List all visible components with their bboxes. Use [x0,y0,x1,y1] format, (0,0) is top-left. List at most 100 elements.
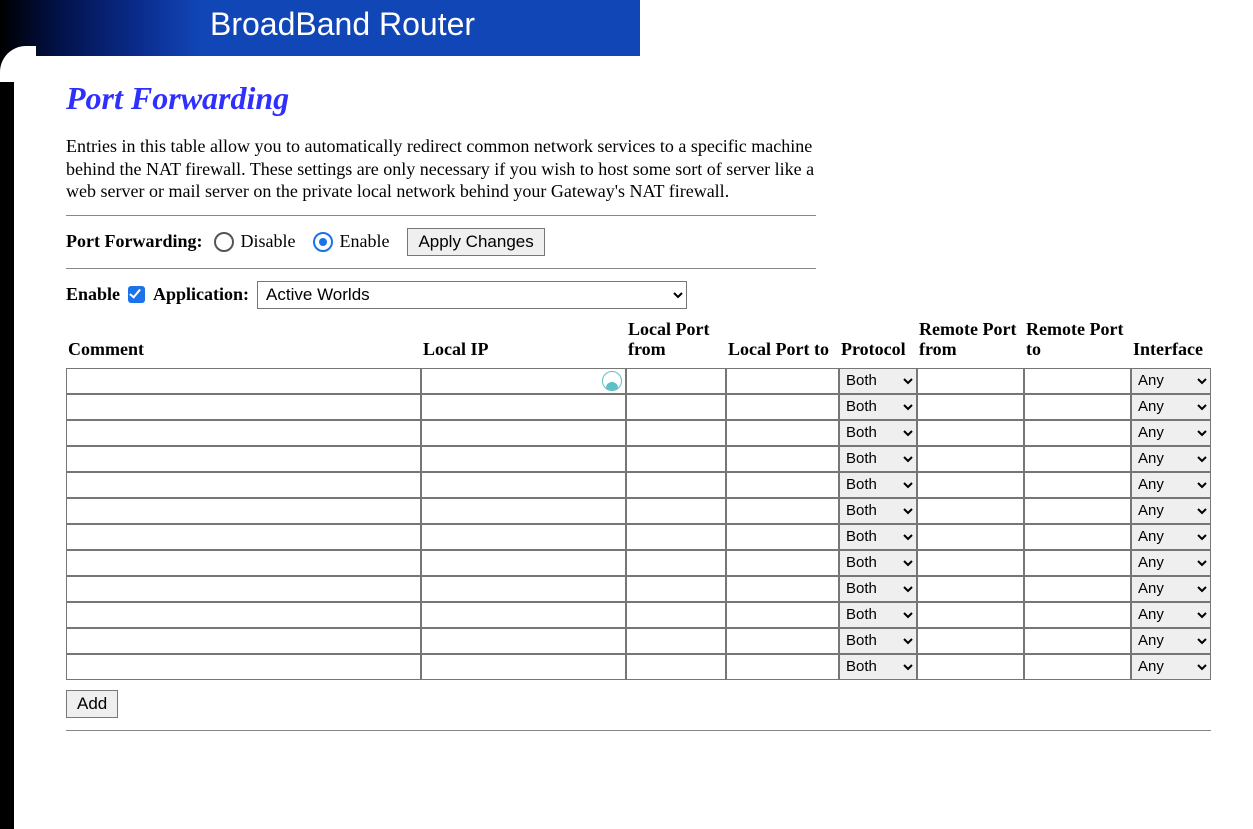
local-port-from-input[interactable] [626,524,726,550]
local-port-to-input[interactable] [726,368,839,394]
remote-port-to-input[interactable] [1024,420,1131,446]
local-port-from-input[interactable] [626,576,726,602]
local-port-to-input[interactable] [726,576,839,602]
local-port-to-input[interactable] [726,446,839,472]
local-port-to-input[interactable] [726,602,839,628]
interface-select[interactable]: Any [1131,368,1211,394]
local-port-from-input[interactable] [626,550,726,576]
local-port-from-input[interactable] [626,420,726,446]
local-port-from-input[interactable] [626,498,726,524]
vpn-extension-icon[interactable] [602,371,622,391]
remote-port-from-input[interactable] [917,602,1024,628]
local-ip-input[interactable] [421,524,626,550]
comment-input[interactable] [66,472,421,498]
local-port-from-input[interactable] [626,654,726,680]
remote-port-from-input[interactable] [917,420,1024,446]
protocol-select[interactable]: Both [839,628,917,654]
local-ip-input[interactable] [421,550,626,576]
remote-port-to-input[interactable] [1024,472,1131,498]
protocol-select[interactable]: Both [839,654,917,680]
comment-input[interactable] [66,368,421,394]
local-port-from-input[interactable] [626,368,726,394]
comment-input[interactable] [66,602,421,628]
remote-port-to-input[interactable] [1024,446,1131,472]
local-ip-input[interactable] [421,420,626,446]
interface-select[interactable]: Any [1131,576,1211,602]
local-port-to-input[interactable] [726,524,839,550]
local-port-from-input[interactable] [626,446,726,472]
remote-port-to-input[interactable] [1024,368,1131,394]
disable-radio[interactable]: Disable [214,231,295,252]
interface-select[interactable]: Any [1131,602,1211,628]
local-port-to-input[interactable] [726,550,839,576]
remote-port-to-input[interactable] [1024,394,1131,420]
comment-input[interactable] [66,446,421,472]
interface-select[interactable]: Any [1131,524,1211,550]
remote-port-from-input[interactable] [917,550,1024,576]
comment-input[interactable] [66,498,421,524]
protocol-select[interactable]: Both [839,368,917,394]
add-button[interactable]: Add [66,690,118,718]
enable-radio[interactable]: Enable [313,231,389,252]
local-port-from-input[interactable] [626,472,726,498]
comment-input[interactable] [66,420,421,446]
local-port-from-input[interactable] [626,628,726,654]
local-ip-input[interactable] [421,498,626,524]
local-ip-input[interactable] [421,628,626,654]
comment-input[interactable] [66,628,421,654]
local-port-to-input[interactable] [726,654,839,680]
local-port-to-input[interactable] [726,628,839,654]
protocol-select[interactable]: Both [839,524,917,550]
interface-select[interactable]: Any [1131,472,1211,498]
application-select[interactable]: Active Worlds [257,281,687,309]
local-ip-input[interactable] [421,576,626,602]
comment-input[interactable] [66,550,421,576]
local-port-to-input[interactable] [726,394,839,420]
protocol-select[interactable]: Both [839,420,917,446]
comment-input[interactable] [66,654,421,680]
protocol-select[interactable]: Both [839,472,917,498]
interface-select[interactable]: Any [1131,446,1211,472]
interface-select[interactable]: Any [1131,498,1211,524]
interface-select[interactable]: Any [1131,654,1211,680]
local-port-to-input[interactable] [726,420,839,446]
remote-port-from-input[interactable] [917,498,1024,524]
local-ip-input[interactable] [421,654,626,680]
local-port-from-input[interactable] [626,394,726,420]
protocol-select[interactable]: Both [839,550,917,576]
protocol-select[interactable]: Both [839,576,917,602]
local-port-from-input[interactable] [626,602,726,628]
interface-select[interactable]: Any [1131,394,1211,420]
local-port-to-input[interactable] [726,472,839,498]
remote-port-to-input[interactable] [1024,602,1131,628]
comment-input[interactable] [66,576,421,602]
comment-input[interactable] [66,524,421,550]
local-ip-input[interactable] [421,394,626,420]
remote-port-from-input[interactable] [917,654,1024,680]
remote-port-from-input[interactable] [917,394,1024,420]
interface-select[interactable]: Any [1131,550,1211,576]
remote-port-to-input[interactable] [1024,654,1131,680]
remote-port-from-input[interactable] [917,576,1024,602]
local-ip-input[interactable] [421,368,626,394]
remote-port-to-input[interactable] [1024,628,1131,654]
remote-port-to-input[interactable] [1024,576,1131,602]
protocol-select[interactable]: Both [839,602,917,628]
local-port-to-input[interactable] [726,498,839,524]
remote-port-from-input[interactable] [917,472,1024,498]
protocol-select[interactable]: Both [839,446,917,472]
remote-port-from-input[interactable] [917,524,1024,550]
enable-checkbox[interactable] [128,286,145,303]
apply-changes-button[interactable]: Apply Changes [407,228,544,256]
interface-select[interactable]: Any [1131,628,1211,654]
remote-port-from-input[interactable] [917,368,1024,394]
protocol-select[interactable]: Both [839,498,917,524]
interface-select[interactable]: Any [1131,420,1211,446]
remote-port-to-input[interactable] [1024,524,1131,550]
protocol-select[interactable]: Both [839,394,917,420]
comment-input[interactable] [66,394,421,420]
remote-port-from-input[interactable] [917,446,1024,472]
local-ip-input[interactable] [421,602,626,628]
local-ip-input[interactable] [421,472,626,498]
remote-port-to-input[interactable] [1024,498,1131,524]
